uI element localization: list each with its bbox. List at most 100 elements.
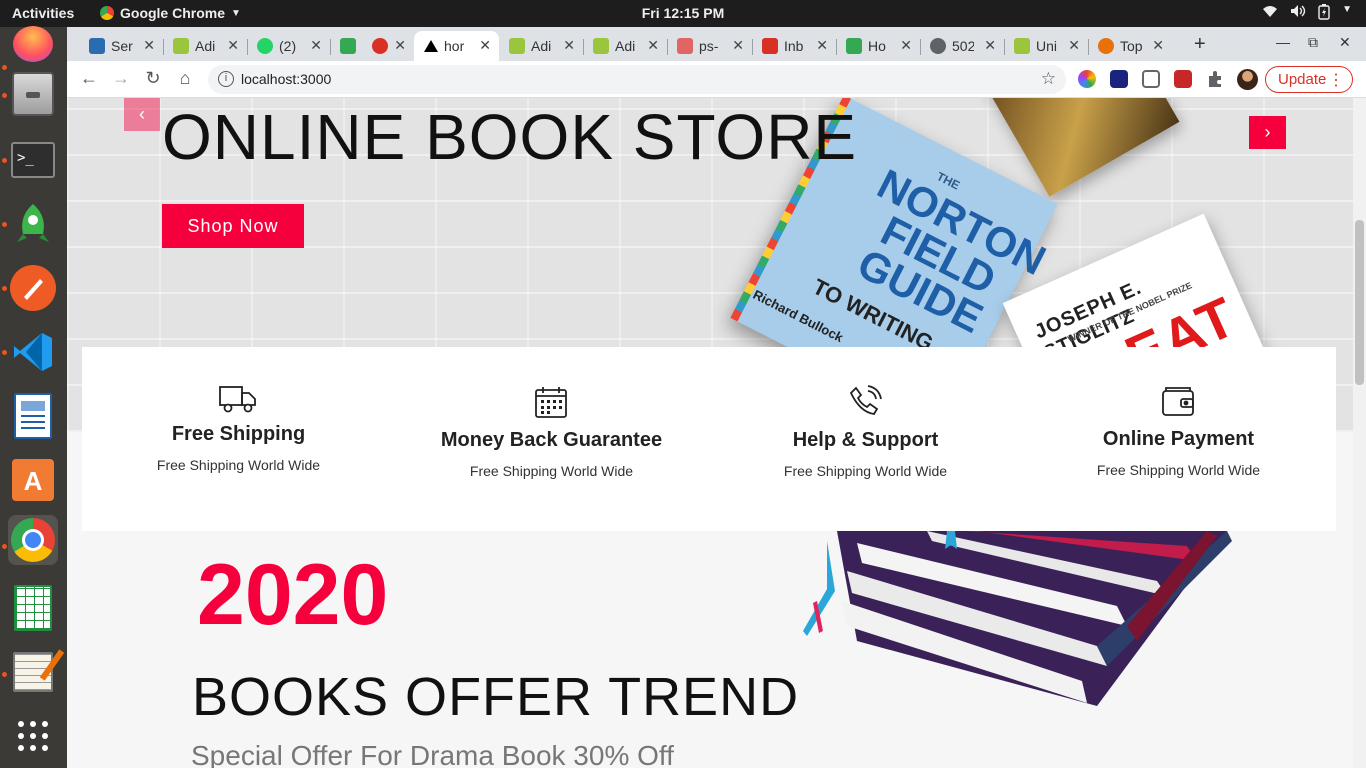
tab-title: Adi	[531, 38, 552, 54]
browser-tab[interactable]: 502 ✕	[920, 31, 1004, 61]
software-center-icon[interactable]: A	[8, 455, 58, 505]
clipboard-extension-icon[interactable]	[1142, 70, 1160, 88]
extensions-puzzle-icon[interactable]	[1206, 70, 1224, 88]
close-tab-icon[interactable]: ✕	[394, 37, 406, 54]
forward-button[interactable]: →	[109, 68, 133, 89]
new-tab-button[interactable]: +	[1194, 33, 1206, 56]
update-button[interactable]: Update ⋮	[1265, 66, 1353, 93]
tab-title: (2)	[279, 38, 297, 54]
browser-tab[interactable]: ✕	[362, 31, 414, 61]
feature-help-support: Help & Support Free Shipping World Wide	[709, 347, 1022, 531]
admin-icon	[173, 38, 189, 54]
close-tab-icon[interactable]: ✕	[647, 37, 659, 54]
redux-extension-icon[interactable]	[1174, 70, 1192, 88]
running-indicator	[2, 350, 7, 355]
spreadsheet-icon[interactable]	[8, 583, 58, 633]
browser-tab[interactable]: Adi ✕	[163, 31, 247, 61]
browser-tab[interactable]: Adi ✕	[499, 31, 583, 61]
tab-title: hor	[444, 38, 465, 54]
admin-icon	[509, 38, 525, 54]
reload-button[interactable]: ↻	[141, 68, 165, 89]
rocket-app-icon[interactable]	[8, 199, 58, 249]
clock[interactable]: Fri 12:15 PM	[642, 5, 724, 21]
browser-tab[interactable]: hor ✕	[414, 31, 499, 61]
chevron-down-icon: ▼	[231, 7, 241, 19]
tab-title: Ser	[111, 38, 133, 54]
browser-tab[interactable]: (2) ✕	[247, 31, 330, 61]
browser-tab[interactable]: Uni ✕	[1004, 31, 1088, 61]
page-scrollbar[interactable]	[1353, 98, 1366, 768]
close-tab-icon[interactable]: ✕	[816, 37, 828, 54]
postman-icon[interactable]	[8, 263, 58, 313]
running-indicator	[2, 544, 7, 549]
browser-tab[interactable]: ps- ✕	[667, 31, 752, 61]
system-tray[interactable]: ▼	[1262, 4, 1352, 23]
close-tab-icon[interactable]: ✕	[732, 37, 744, 54]
close-window-button[interactable]: ✕	[1339, 34, 1351, 51]
shop-now-button[interactable]: Shop Now	[162, 204, 304, 248]
close-tab-icon[interactable]: ✕	[143, 37, 155, 54]
close-tab-icon[interactable]: ✕	[1152, 37, 1164, 54]
text-editor-icon[interactable]	[8, 647, 65, 697]
slider-next-button[interactable]: ›	[1249, 116, 1286, 149]
close-tab-icon[interactable]: ✕	[479, 37, 491, 54]
browser-tab[interactable]: Adi ✕	[583, 31, 667, 61]
browser-tab[interactable]: Inb ✕	[752, 31, 836, 61]
feature-title: Help & Support	[792, 429, 939, 451]
browser-tab[interactable]: Ho ✕	[836, 31, 920, 61]
close-tab-icon[interactable]: ✕	[900, 37, 912, 54]
app-menu[interactable]: Google Chrome ▼	[100, 5, 241, 21]
bookmark-star-icon[interactable]: ☆	[1041, 69, 1056, 89]
offer-subtitle: Special Offer For Drama Book 30% Off	[191, 740, 674, 768]
feature-money-back: Money Back Guarantee Free Shipping World…	[395, 347, 708, 531]
calendar-icon	[531, 385, 571, 425]
site-info-icon[interactable]: i	[218, 71, 234, 87]
terminal-icon[interactable]: >_	[8, 135, 58, 185]
react-devtools-extension-icon[interactable]	[1110, 70, 1128, 88]
document-viewer-icon[interactable]	[8, 391, 58, 441]
home-button[interactable]: ⌂	[173, 68, 197, 89]
close-tab-icon[interactable]: ✕	[984, 37, 996, 54]
show-applications-icon[interactable]	[8, 711, 58, 761]
tab-title: Ho	[868, 38, 886, 54]
tab-title: Uni	[1036, 38, 1058, 54]
close-tab-icon[interactable]: ✕	[563, 37, 575, 54]
feature-subtitle: Free Shipping World Wide	[469, 463, 634, 479]
page-viewport: THE NORTON FIELD GUIDE TO WRITING Richar…	[67, 98, 1353, 768]
url-text[interactable]: localhost:3000	[241, 71, 331, 87]
address-bar[interactable]: i localhost:3000 ☆	[208, 65, 1066, 94]
files-icon[interactable]	[8, 69, 58, 119]
tab-title: Top	[1120, 38, 1142, 54]
close-tab-icon[interactable]: ✕	[227, 37, 239, 54]
features-section: Free Shipping Free Shipping World Wide M…	[82, 347, 1336, 531]
tab-title: Inb	[784, 38, 804, 54]
admin-icon	[593, 38, 609, 54]
slider-prev-button[interactable]: ‹	[124, 98, 160, 131]
running-indicator	[2, 286, 7, 291]
envelope-icon	[89, 38, 105, 54]
back-button[interactable]: ←	[77, 68, 101, 89]
feature-subtitle: Free Shipping World Wide	[1096, 462, 1261, 478]
phone-icon	[845, 385, 885, 425]
tab-title: 502	[952, 38, 974, 54]
minimize-button[interactable]: —	[1276, 34, 1290, 50]
chrome-icon[interactable]	[8, 515, 58, 565]
browser-tab[interactable]	[330, 31, 362, 61]
feature-title: Online Payment	[1102, 428, 1255, 450]
feature-subtitle: Free Shipping World Wide	[156, 457, 321, 473]
close-tab-icon[interactable]: ✕	[1068, 37, 1080, 54]
scrollbar-thumb[interactable]	[1355, 220, 1364, 385]
books-stack-image	[803, 531, 1232, 706]
browser-tab[interactable]: Ser ✕	[79, 31, 163, 61]
restore-button[interactable]: ⧉	[1308, 34, 1318, 51]
running-indicator	[2, 93, 7, 98]
browser-tab[interactable]: Top ✕	[1088, 31, 1172, 61]
vscode-icon[interactable]	[8, 327, 58, 377]
firefox-icon[interactable]	[8, 19, 58, 69]
tab-title: Adi	[615, 38, 636, 54]
profile-avatar[interactable]	[1237, 69, 1258, 90]
close-tab-icon[interactable]: ✕	[310, 37, 322, 54]
system-menu-chevron-icon: ▼	[1342, 4, 1352, 15]
color-picker-extension-icon[interactable]	[1078, 70, 1096, 88]
running-indicator	[2, 65, 7, 70]
